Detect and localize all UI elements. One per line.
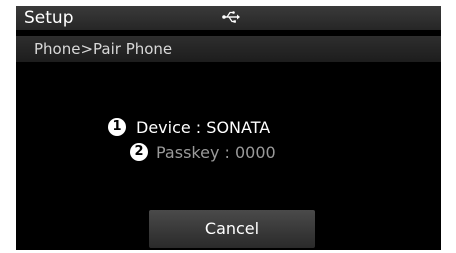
head-unit-screen: Setup Phone>Pair Phone 1 Device : SONATA… — [16, 6, 441, 250]
page-title: Setup — [24, 8, 74, 28]
cancel-button[interactable]: Cancel — [149, 210, 315, 248]
marker-2-icon: 2 — [130, 143, 148, 161]
device-row: 1 Device : SONATA — [108, 116, 270, 138]
passkey-label: Passkey : 0000 — [156, 142, 276, 162]
passkey-row: 2 Passkey : 0000 — [108, 141, 276, 163]
usb-icon — [222, 11, 240, 23]
marker-1-icon: 1 — [108, 118, 126, 136]
device-name-label: Device : SONATA — [136, 117, 271, 137]
title-bar: Setup — [16, 6, 441, 30]
breadcrumb-bar: Phone>Pair Phone — [16, 36, 441, 62]
breadcrumb: Phone>Pair Phone — [34, 40, 173, 58]
